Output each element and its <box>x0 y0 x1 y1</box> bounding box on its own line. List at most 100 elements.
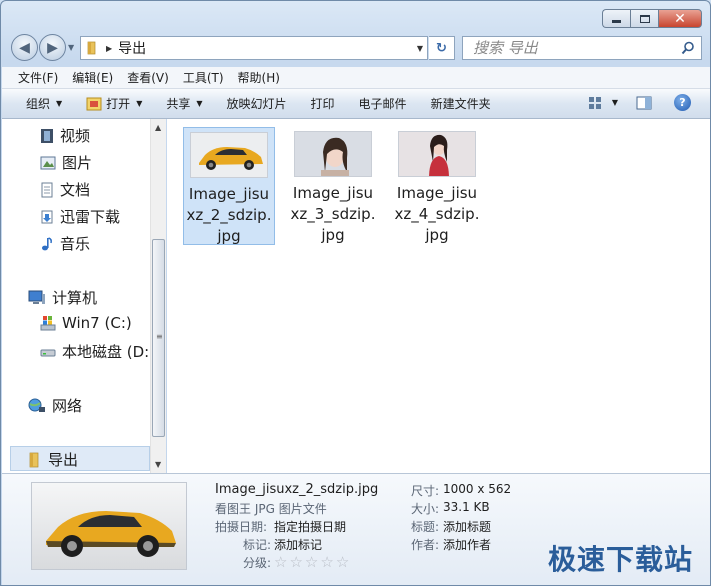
document-icon <box>41 182 53 197</box>
maximize-button[interactable] <box>630 9 658 28</box>
nav-item-export-folder[interactable]: 导出 <box>28 449 78 470</box>
nav-item-videos[interactable]: 视频 <box>40 125 90 146</box>
menu-file[interactable]: 文件(F) <box>18 69 58 86</box>
size-value: 33.1 KB <box>443 500 490 514</box>
video-icon <box>41 128 53 143</box>
caption-buttons: ✕ <box>602 9 702 28</box>
nav-label: 视频 <box>60 127 91 145</box>
search-icon[interactable] <box>681 41 695 55</box>
nav-scrollbar[interactable]: ▲ ≡ ▼ <box>150 119 166 473</box>
download-folder-icon <box>41 210 53 223</box>
music-icon <box>42 236 52 250</box>
star-icon[interactable]: ☆ <box>305 553 318 571</box>
nav-label: 文档 <box>60 181 91 199</box>
breadcrumb-chevron-icon[interactable]: ▶ <box>106 44 112 53</box>
tags-value[interactable]: 添加标记 <box>274 536 322 553</box>
menu-tools[interactable]: 工具(T) <box>183 69 224 86</box>
author-value[interactable]: 添加作者 <box>443 536 491 553</box>
file-list: Image_jisuxz_2_sdzip.jpg Image_jisuxz_3_… <box>167 119 710 473</box>
nav-item-music[interactable]: 音乐 <box>40 233 90 254</box>
details-filetype: 看图王 JPG 图片文件 <box>215 502 327 516</box>
slideshow-label: 放映幻灯片 <box>226 97 287 111</box>
star-icon[interactable]: ☆ <box>289 553 302 571</box>
star-icon[interactable]: ☆ <box>336 553 349 571</box>
preview-pane-icon[interactable] <box>636 96 652 110</box>
print-button[interactable]: 打印 <box>311 95 335 112</box>
search-input[interactable] <box>471 38 681 58</box>
slideshow-button[interactable]: 放映幻灯片 <box>227 95 287 112</box>
help-icon[interactable]: ? <box>674 94 691 111</box>
star-icon[interactable]: ☆ <box>320 553 333 571</box>
refresh-button[interactable]: ↻ <box>429 36 455 60</box>
nav-label: 计算机 <box>52 289 98 307</box>
scrollbar-thumb[interactable]: ≡ <box>152 239 165 437</box>
file-thumbnail <box>190 132 268 178</box>
share-label: 共享 <box>166 97 191 111</box>
details-pane: Image_jisuxz_2_sdzip.jpg 看图王 JPG 图片文件 拍摄… <box>2 473 710 585</box>
image-viewer-icon <box>86 97 102 110</box>
menu-view[interactable]: 查看(V) <box>127 69 169 86</box>
address-bar[interactable]: ▶ 导出 ▼ <box>80 36 428 60</box>
menu-edit[interactable]: 编辑(E) <box>72 69 113 86</box>
file-tile[interactable]: Image_jisuxz_2_sdzip.jpg <box>183 127 275 245</box>
nav-label: 图片 <box>62 154 93 172</box>
scroll-up-icon[interactable]: ▲ <box>155 123 161 132</box>
nav-item-thunder-download[interactable]: 迅雷下载 <box>40 206 120 227</box>
nav-item-documents[interactable]: 文档 <box>40 179 90 200</box>
email-button[interactable]: 电子邮件 <box>359 95 407 112</box>
file-tile[interactable]: Image_jisuxz_4_sdzip.jpg <box>391 127 483 245</box>
nav-item-computer[interactable]: 计算机 <box>28 287 97 308</box>
size-label: 大小: <box>411 502 440 516</box>
nav-item-network[interactable]: 网络 <box>28 395 82 416</box>
view-dropdown-icon[interactable]: ▼ <box>612 98 618 107</box>
rating-stars[interactable]: ☆ ☆ ☆ ☆ ☆ <box>274 553 351 571</box>
recent-pages-dropdown[interactable]: ▼ <box>68 43 74 52</box>
explorer-window: ✕ ◀ ▶ ▼ ▶ 导出 ▼ ↻ 文件(F) 编辑(E) 查看(V) 工具 <box>0 0 711 586</box>
details-filename: Image_jisuxz_2_sdzip.jpg <box>215 482 379 497</box>
nav-item-pictures[interactable]: 图片 <box>40 152 92 173</box>
nav-label: 导出 <box>48 451 79 469</box>
file-name: Image_jisuxz_4_sdzip.jpg <box>394 184 480 244</box>
open-button[interactable]: 打开 ▼ <box>86 95 142 112</box>
back-button[interactable]: ◀ <box>11 34 38 61</box>
dimensions-value: 1000 x 562 <box>443 482 512 496</box>
new-folder-button[interactable]: 新建文件夹 <box>431 95 491 112</box>
portrait-thumbnail-image <box>295 132 371 176</box>
print-label: 打印 <box>310 97 335 111</box>
title-value[interactable]: 添加标题 <box>443 518 491 535</box>
minimize-icon <box>612 20 621 23</box>
windows-drive-icon <box>40 316 56 331</box>
scroll-down-icon[interactable]: ▼ <box>155 460 161 469</box>
share-button[interactable]: 共享 ▼ <box>166 95 202 112</box>
nav-label: 音乐 <box>60 235 91 253</box>
close-icon: ✕ <box>674 10 686 27</box>
address-dropdown-icon[interactable]: ▼ <box>417 44 423 53</box>
author-label: 作者: <box>411 538 440 552</box>
star-icon[interactable]: ☆ <box>274 553 287 571</box>
portrait-thumbnail-image <box>399 132 475 176</box>
breadcrumb-current[interactable]: 导出 <box>118 38 146 58</box>
nav-item-drive-c[interactable]: Win7 (C:) <box>40 314 132 332</box>
file-name: Image_jisuxz_2_sdzip.jpg <box>186 185 272 245</box>
organize-label: 组织 <box>26 97 51 111</box>
new-folder-label: 新建文件夹 <box>430 97 491 111</box>
date-taken-label: 拍摄日期: <box>215 520 268 534</box>
organize-button[interactable]: 组织 ▼ <box>26 95 62 112</box>
back-arrow-icon: ◀ <box>19 39 30 56</box>
title-label: 标题: <box>411 520 440 534</box>
navigation-row: ◀ ▶ ▼ ▶ 导出 ▼ ↻ <box>1 31 710 65</box>
email-label: 电子邮件 <box>358 97 407 111</box>
minimize-button[interactable] <box>602 9 630 28</box>
nav-label: 本地磁盘 (D: <box>62 343 150 361</box>
menu-help[interactable]: 帮助(H) <box>238 69 280 86</box>
computer-icon <box>28 290 45 304</box>
car-thumbnail-image <box>191 133 267 177</box>
close-button[interactable]: ✕ <box>658 9 702 28</box>
file-tile[interactable]: Image_jisuxz_3_sdzip.jpg <box>287 127 379 245</box>
date-taken-value[interactable]: 指定拍摄日期 <box>274 518 346 535</box>
view-controls: ▼ ? <box>588 94 691 111</box>
change-view-icon[interactable] <box>588 96 604 110</box>
forward-button[interactable]: ▶ <box>39 34 66 61</box>
nav-item-drive-d[interactable]: 本地磁盘 (D: <box>40 341 149 362</box>
network-icon <box>28 398 45 412</box>
